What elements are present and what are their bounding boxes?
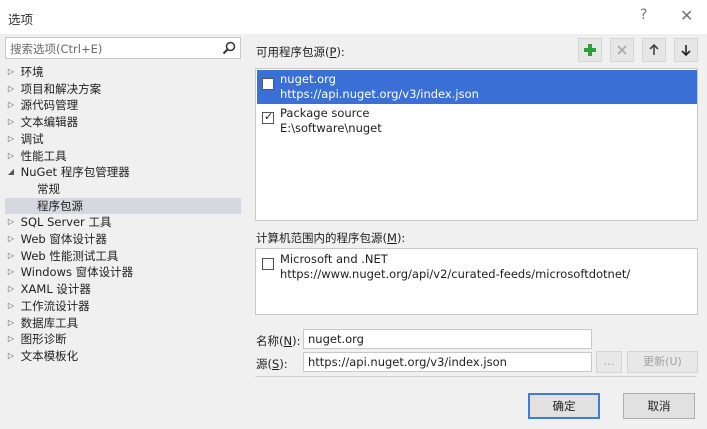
tree-item-label: 性能工具 [20, 148, 67, 163]
tree-item[interactable]: ▷ 调试 [5, 131, 241, 147]
tree-item-label: 项目和解决方案 [20, 81, 102, 96]
source-checkbox[interactable] [262, 78, 274, 90]
tree-item-label: 文本模板化 [20, 348, 79, 363]
divider [255, 376, 697, 377]
move-up-button[interactable] [642, 38, 666, 62]
tree-item-label: 文本编辑器 [20, 115, 79, 130]
search-icon[interactable] [221, 40, 237, 56]
tree-item-label: Web 窗体设计器 [20, 232, 107, 246]
machine-sources-label: 计算机范围内的程序包源(M): [256, 231, 406, 245]
source-label: 源(S): [256, 357, 288, 371]
expand-arrow-icon[interactable]: ▷ [5, 248, 17, 264]
tree-item[interactable]: ▷ 数据库工具 [5, 315, 241, 331]
expand-arrow-icon[interactable]: ▷ [5, 281, 17, 297]
tree-item[interactable]: ▷ XAML 设计器 [5, 281, 241, 297]
expand-arrow-icon[interactable]: ▷ [5, 315, 17, 331]
tree-item-label: SQL Server 工具 [20, 215, 112, 230]
expand-arrow-icon[interactable]: ▷ [5, 64, 17, 80]
tree-item[interactable]: ▷ 工作流设计器 [5, 298, 241, 314]
tree-item-label: NuGet 程序包管理器 [20, 165, 130, 180]
source-item-microsoft-dotnet[interactable]: Microsoft and .NET https://www.nuget.org… [257, 250, 697, 284]
expand-arrow-icon[interactable]: ▷ [5, 264, 17, 280]
help-button[interactable]: ? [640, 7, 647, 23]
tree-item[interactable]: 程序包源 [5, 197, 241, 214]
tree-item[interactable]: ▷ 性能工具 [5, 148, 241, 164]
source-name: nuget.org [280, 72, 336, 86]
x-icon [617, 45, 627, 55]
tree-item-label: 数据库工具 [20, 315, 79, 330]
search-input[interactable]: 搜索选项(Ctrl+E) [5, 37, 241, 59]
available-sources-label: 可用程序包源(P): [256, 45, 345, 59]
tree-item-label: 图形诊断 [20, 332, 67, 347]
name-label: 名称(N): [256, 334, 301, 348]
expand-arrow-icon[interactable]: ▷ [5, 148, 17, 164]
move-down-button[interactable] [674, 38, 698, 62]
tree-item[interactable]: ▷ 文本模板化 [5, 348, 241, 364]
source-url: E:\software\nuget [280, 121, 382, 135]
source-url: https://api.nuget.org/v3/index.json [280, 87, 479, 101]
tree-item[interactable]: ▷ 项目和解决方案 [5, 81, 241, 97]
expand-arrow-icon[interactable]: ▷ [5, 114, 17, 130]
expand-arrow-icon[interactable]: ▷ [5, 298, 17, 314]
tree-item[interactable]: ▷ 图形诊断 [5, 331, 241, 347]
tree-item-label: Web 性能测试工具 [20, 248, 119, 263]
tree-item-label: 常规 [37, 181, 60, 196]
tree-item-label: 源代码管理 [20, 98, 79, 113]
expand-arrow-icon[interactable]: ▷ [5, 97, 17, 113]
tree-item[interactable]: 常规 [5, 181, 241, 197]
name-field[interactable]: nuget.org [303, 329, 592, 349]
window-title: 选项 [8, 12, 34, 27]
close-button[interactable]: ✕ [680, 6, 693, 25]
tree-item-label: 程序包源 [37, 198, 83, 213]
title-bar: 选项 ? ✕ [0, 0, 707, 34]
tree-item-label: XAML 设计器 [20, 282, 91, 297]
source-item-package-source[interactable]: Package source E:\software\nuget [257, 104, 697, 138]
available-sources-list: nuget.org https://api.nuget.org/v3/index… [255, 68, 698, 221]
update-button[interactable]: 更新(U) [627, 351, 698, 373]
add-source-button[interactable] [578, 38, 602, 62]
source-name: Microsoft and .NET [280, 252, 388, 266]
source-checkbox[interactable] [262, 110, 274, 124]
expand-arrow-icon[interactable]: ▷ [5, 331, 17, 347]
expand-arrow-icon[interactable]: ▷ [5, 131, 17, 147]
tree-item[interactable]: ◢ NuGet 程序包管理器 [5, 164, 241, 180]
tree-item[interactable]: ▷ Windows 窗体设计器 [5, 264, 241, 280]
tree-item[interactable]: ▷ 源代码管理 [5, 97, 241, 113]
tree-item-label: 调试 [20, 131, 44, 146]
remove-source-button[interactable] [610, 38, 634, 62]
tree-item[interactable]: ▷ 环境 [5, 64, 241, 80]
source-field[interactable]: https://api.nuget.org/v3/index.json [303, 352, 592, 372]
browse-button[interactable]: ... [596, 351, 622, 373]
tree-item[interactable]: ▷ Web 性能测试工具 [5, 248, 241, 264]
plus-icon [584, 44, 596, 56]
expand-arrow-icon[interactable]: ▷ [5, 81, 17, 97]
tree-item-label: Windows 窗体设计器 [20, 265, 134, 280]
expanded-arrow-icon[interactable]: ◢ [5, 164, 17, 180]
cancel-button[interactable]: 取消 [623, 393, 695, 419]
machine-sources-list: Microsoft and .NET https://www.nuget.org… [255, 248, 698, 315]
expand-arrow-icon[interactable]: ▷ [5, 231, 17, 247]
tree-item[interactable]: ▷ SQL Server 工具 [5, 214, 241, 230]
tree-item-label: 工作流设计器 [20, 298, 90, 313]
expand-arrow-icon[interactable]: ▷ [5, 214, 17, 230]
source-checkbox[interactable] [262, 258, 274, 270]
search-placeholder: 搜索选项(Ctrl+E) [10, 42, 103, 56]
arrow-up-icon [649, 43, 659, 55]
options-tree: ▷ 环境 ▷ 项目和解决方案 ▷ 源代码管理 ▷ 文本编辑器 ▷ 调试 ▷ 性能工具 ◢ N… [5, 64, 241, 404]
expand-arrow-icon[interactable]: ▷ [5, 348, 17, 364]
tree-item[interactable]: ▷ Web 窗体设计器 [5, 231, 241, 247]
tree-item-label: 环境 [20, 65, 44, 79]
ok-button[interactable]: 确定 [528, 393, 600, 419]
tree-item[interactable]: ▷ 文本编辑器 [5, 114, 241, 130]
source-item-nuget-org[interactable]: nuget.org https://api.nuget.org/v3/index… [257, 70, 697, 104]
arrow-down-icon [681, 45, 691, 57]
source-name: Package source [280, 106, 370, 120]
source-url: https://www.nuget.org/api/v2/curated-fee… [280, 267, 631, 281]
